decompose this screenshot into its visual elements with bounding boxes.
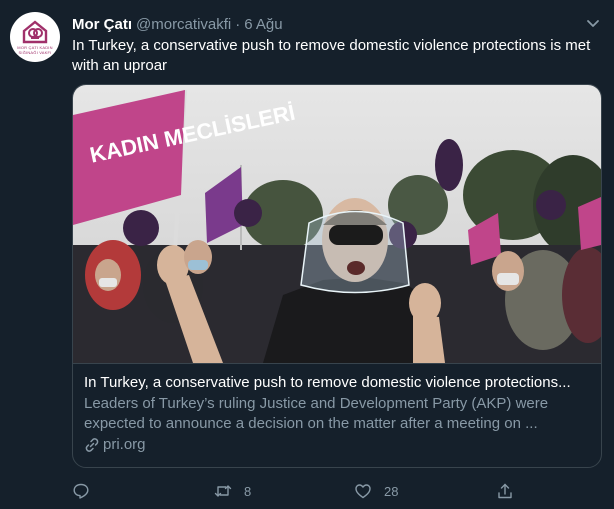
reply-button[interactable] bbox=[72, 480, 102, 502]
like-icon bbox=[355, 484, 371, 499]
retweet-icon bbox=[214, 485, 232, 497]
card-domain-text: pri.org bbox=[103, 436, 146, 453]
link-card[interactable]: KADIN MECLİSLERİ In Turkey, a conservati… bbox=[72, 84, 602, 468]
protest-photo: KADIN MECLİSLERİ bbox=[73, 85, 601, 363]
card-image[interactable]: KADIN MECLİSLERİ bbox=[73, 85, 601, 363]
avatar[interactable]: MOR ÇATI KADIN SIĞINAĞI VAKFI bbox=[10, 12, 60, 62]
share-button[interactable] bbox=[496, 480, 514, 502]
link-icon bbox=[85, 438, 99, 452]
separator-dot: · bbox=[235, 15, 241, 33]
caret-down-icon[interactable] bbox=[584, 14, 602, 32]
retweet-count: 8 bbox=[244, 483, 252, 499]
card-domain[interactable]: pri.org bbox=[84, 435, 590, 455]
author-handle[interactable]: @morcativakfi bbox=[136, 16, 231, 33]
card-description: Leaders of Turkey’s ruling Justice and D… bbox=[84, 395, 549, 432]
like-button[interactable]: 28 bbox=[354, 480, 398, 502]
tweet-actions: 8 28 bbox=[72, 480, 532, 502]
card-body[interactable]: In Turkey, a conservative push to remove… bbox=[73, 363, 601, 467]
tweet-date[interactable]: 6 Ağu bbox=[244, 16, 282, 33]
mor-cati-logo-icon bbox=[22, 19, 48, 43]
card-title[interactable]: In Turkey, a conservative push to remove… bbox=[84, 373, 590, 393]
reply-icon bbox=[73, 483, 89, 499]
like-count: 28 bbox=[384, 483, 399, 499]
tweet-text: In Turkey, a conservative push to remove… bbox=[72, 37, 591, 74]
retweet-button[interactable]: 8 bbox=[214, 480, 251, 502]
tweet-header: Mor Çatı @morcativakfi · 6 Ağu bbox=[72, 14, 283, 34]
author-name[interactable]: Mor Çatı bbox=[72, 16, 132, 33]
avatar-logo-text: MOR ÇATI KADIN SIĞINAĞI VAKFI bbox=[17, 44, 53, 55]
share-icon bbox=[498, 483, 512, 499]
